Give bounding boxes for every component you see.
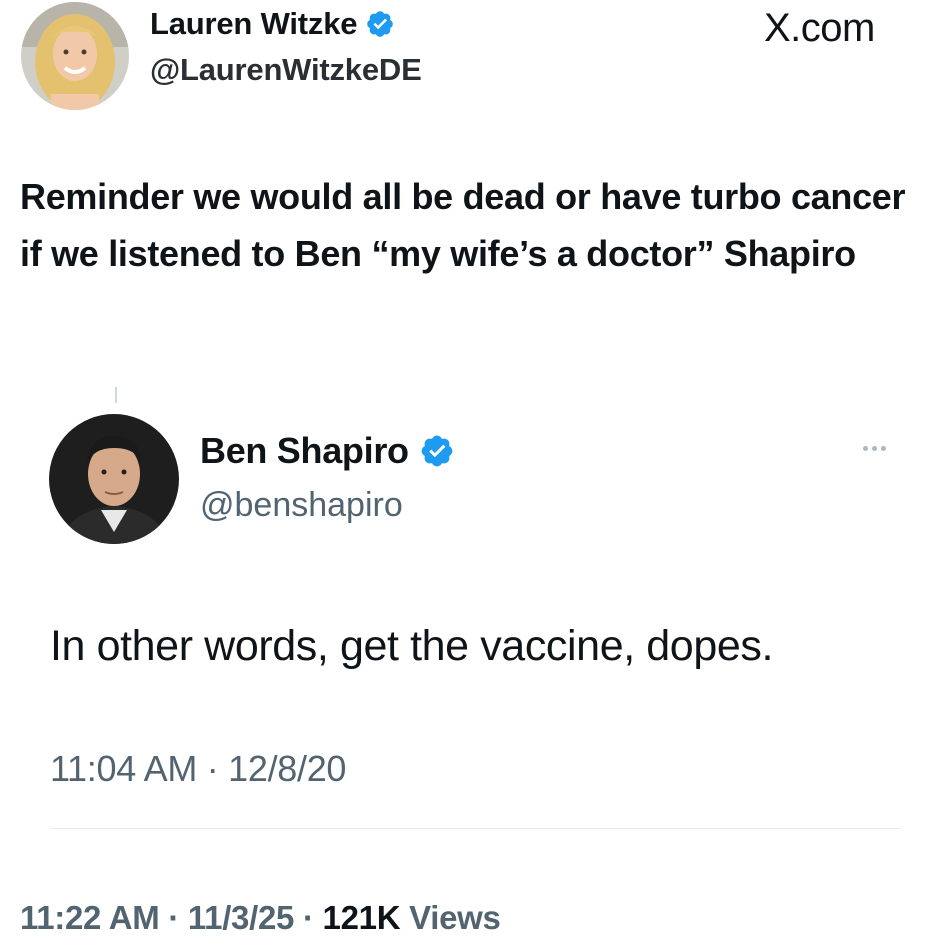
more-dot [881, 446, 886, 451]
author-handle[interactable]: @LaurenWitzkeDE [150, 52, 422, 88]
tweet-date[interactable]: 11/3/25 [188, 899, 294, 936]
meta-separator: · [302, 899, 314, 936]
views-count[interactable]: 121K [323, 899, 401, 936]
views-label: Views [409, 899, 501, 936]
verified-badge-icon [419, 433, 455, 469]
verified-badge-icon [365, 9, 395, 39]
quoted-name[interactable]: Ben Shapiro [200, 430, 409, 472]
quoted-avatar[interactable] [49, 414, 179, 544]
tweet-timestamp[interactable]: 11:22 AM [20, 899, 160, 936]
meta-separator: · [168, 899, 180, 936]
author-name-row[interactable]: Lauren Witzke [150, 6, 395, 42]
site-label: X.com [764, 6, 875, 50]
quoted-tweet-timestamp[interactable]: 11:04 AM · 12/8/20 [50, 748, 346, 790]
quoted-handle[interactable]: @benshapiro [200, 486, 403, 525]
author-name[interactable]: Lauren Witzke [150, 6, 357, 42]
more-dot [863, 446, 868, 451]
quoted-name-row[interactable]: Ben Shapiro [200, 430, 455, 472]
tweet-text: Reminder we would all be dead or have tu… [20, 176, 906, 274]
quoted-avatar-image [49, 414, 179, 544]
tweet-meta: 11:22 AM · 11/3/25 · 121K Views [20, 899, 501, 937]
more-options-icon[interactable] [863, 446, 886, 451]
quoted-tweet-text: In other words, get the vaccine, dopes. [50, 622, 774, 670]
author-avatar-image [21, 2, 129, 110]
author-avatar[interactable] [21, 2, 129, 110]
quoted-divider [50, 828, 901, 829]
thread-line [115, 387, 117, 403]
more-dot [872, 446, 877, 451]
